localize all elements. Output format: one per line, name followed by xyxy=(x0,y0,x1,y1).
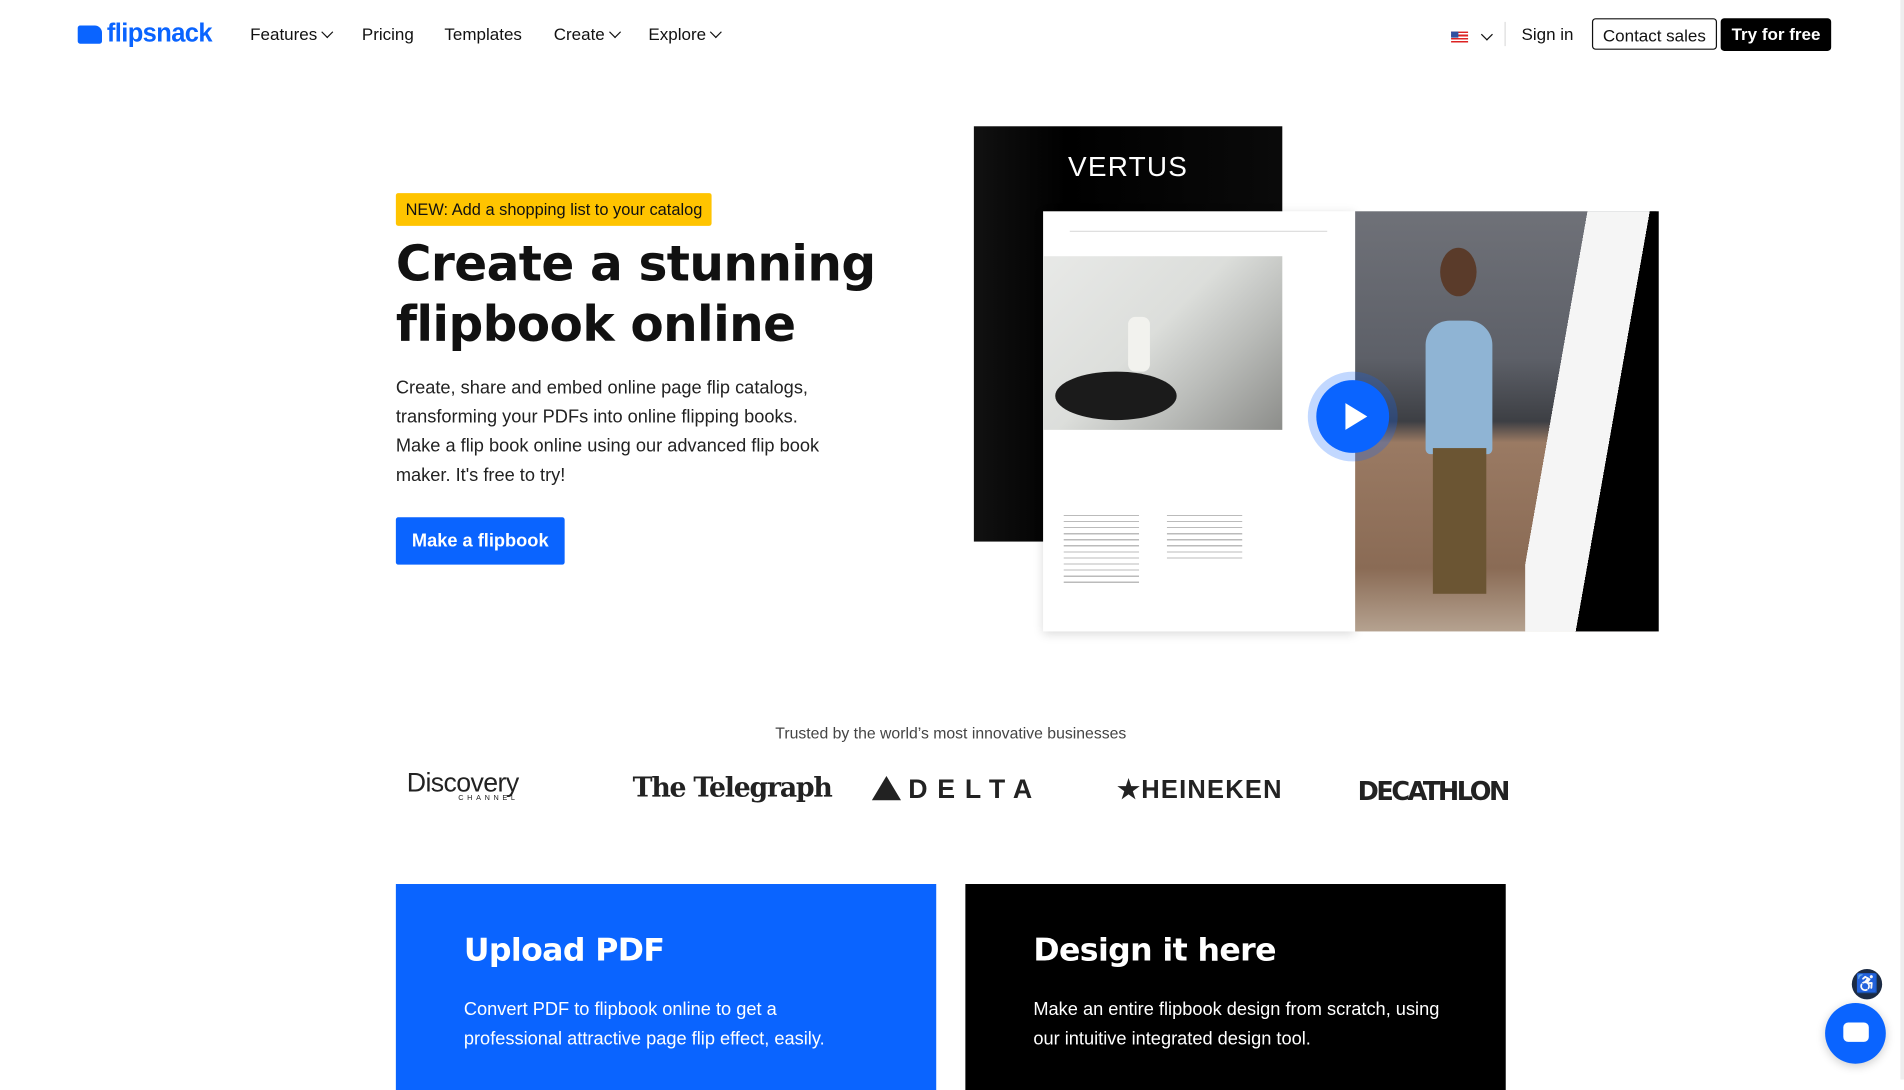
telegraph-logo: The Telegraph xyxy=(632,772,833,804)
chat-icon xyxy=(1843,1022,1869,1042)
accessibility-icon: ♿ xyxy=(1855,973,1879,995)
make-flipbook-button[interactable]: Make a flipbook xyxy=(395,517,565,565)
chevron-down-icon xyxy=(1481,28,1494,41)
card-title: Design it here xyxy=(1033,932,1276,970)
nav-templates[interactable]: Templates xyxy=(444,24,521,43)
design-it-here-card[interactable]: Design it here Make an entire flipbook d… xyxy=(965,884,1506,1090)
chevron-down-icon xyxy=(321,26,334,39)
card-title: Upload PDF xyxy=(463,932,665,970)
us-flag-icon xyxy=(1451,31,1469,43)
nav-pricing[interactable]: Pricing xyxy=(362,24,414,43)
right-page-photo xyxy=(1355,211,1659,632)
chevron-down-icon xyxy=(710,26,723,39)
try-for-free-button[interactable]: Try for free xyxy=(1720,18,1832,52)
sign-in-link[interactable]: Sign in xyxy=(1522,24,1574,43)
nav-explore[interactable]: Explore xyxy=(648,24,723,44)
trusted-text: Trusted by the world’s most innovative b… xyxy=(775,723,1127,742)
decathlon-logo: DECATHLON xyxy=(1357,777,1511,807)
chat-button[interactable] xyxy=(1825,1003,1886,1064)
delta-triangle-icon xyxy=(871,775,902,801)
discovery-logo: Discovery CHANNEL xyxy=(406,767,519,803)
chevron-down-icon xyxy=(609,26,622,39)
play-button[interactable] xyxy=(1307,371,1398,462)
cover-brand: VERTUS xyxy=(1068,150,1189,183)
nav-create[interactable]: Create xyxy=(554,24,622,44)
star-icon: ★ xyxy=(1117,775,1142,804)
upload-pdf-card[interactable]: Upload PDF Convert PDF to flipbook onlin… xyxy=(395,884,937,1090)
language-selector[interactable] xyxy=(1451,27,1494,49)
page-photo xyxy=(1043,256,1283,430)
contact-sales-button[interactable]: Contact sales xyxy=(1591,18,1717,50)
card-text: Make an entire flipbook design from scra… xyxy=(1033,999,1440,1050)
divider xyxy=(1504,21,1506,47)
play-icon xyxy=(1345,403,1368,430)
heineken-logo: ★HEINEKEN xyxy=(1117,775,1283,804)
hero-title: Create a stunning flipbook online xyxy=(395,236,876,354)
scrollbar[interactable] xyxy=(1900,0,1904,1080)
card-text: Convert PDF to flipbook online to get a … xyxy=(463,999,825,1050)
nav-features[interactable]: Features xyxy=(250,24,334,44)
logo[interactable]: flipsnack xyxy=(77,19,213,48)
flipbook-preview[interactable]: VERTUS xyxy=(973,126,1661,636)
flipsnack-logo-icon xyxy=(77,24,103,44)
delta-logo: DELTA xyxy=(871,774,1042,806)
new-feature-badge[interactable]: NEW: Add a shopping list to your catalog xyxy=(395,193,713,226)
accessibility-button[interactable]: ♿ xyxy=(1851,969,1883,1000)
hero-description: Create, share and embed online page flip… xyxy=(395,377,820,486)
